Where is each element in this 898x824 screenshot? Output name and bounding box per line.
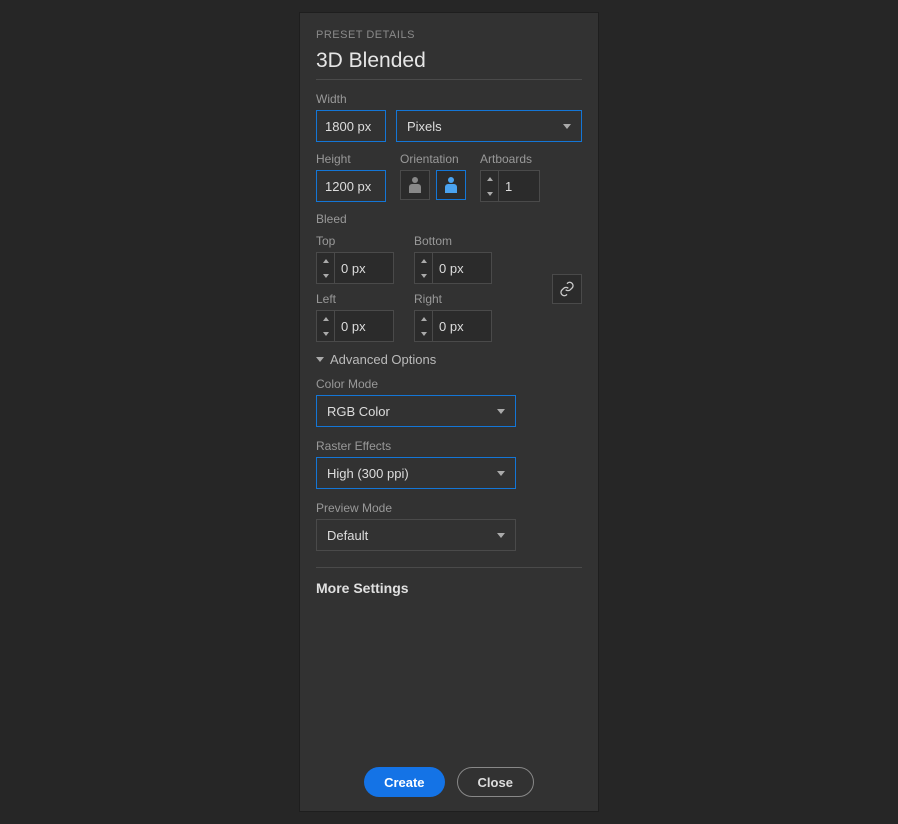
width-input[interactable] <box>316 110 386 142</box>
preview-mode-value: Default <box>327 528 368 543</box>
bleed-label: Bleed <box>316 212 582 226</box>
raster-effects-label: Raster Effects <box>316 439 582 453</box>
person-portrait-icon <box>409 177 421 193</box>
bleed-left-stepper[interactable] <box>316 310 334 342</box>
bleed-bottom-stepper[interactable] <box>414 252 432 284</box>
chevron-down-icon <box>497 409 505 414</box>
preview-mode-select[interactable]: Default <box>316 519 516 551</box>
orientation-landscape-button[interactable] <box>436 170 466 200</box>
preview-mode-label: Preview Mode <box>316 501 582 515</box>
advanced-options-label: Advanced Options <box>330 352 436 367</box>
bleed-left-input[interactable] <box>334 310 394 342</box>
link-icon <box>559 281 575 297</box>
artboards-label: Artboards <box>480 152 540 166</box>
units-select[interactable]: Pixels <box>396 110 582 142</box>
bleed-link-button[interactable] <box>552 274 582 304</box>
bleed-top-input[interactable] <box>334 252 394 284</box>
raster-effects-select[interactable]: High (300 ppi) <box>316 457 516 489</box>
stepper-up-icon[interactable] <box>481 171 498 186</box>
height-label: Height <box>316 152 386 166</box>
bleed-right-input[interactable] <box>432 310 492 342</box>
chevron-down-icon <box>497 471 505 476</box>
chevron-down-icon <box>497 533 505 538</box>
person-landscape-icon <box>445 177 457 193</box>
width-label: Width <box>316 92 582 106</box>
orientation-label: Orientation <box>400 152 466 166</box>
color-mode-label: Color Mode <box>316 377 582 391</box>
bleed-bottom-label: Bottom <box>414 234 492 248</box>
close-button[interactable]: Close <box>457 767 534 797</box>
bleed-right-label: Right <box>414 292 492 306</box>
raster-effects-value: High (300 ppi) <box>327 466 409 481</box>
color-mode-select[interactable]: RGB Color <box>316 395 516 427</box>
chevron-down-icon <box>563 124 571 129</box>
artboards-stepper[interactable] <box>480 170 498 202</box>
bleed-top-label: Top <box>316 234 394 248</box>
divider <box>316 567 582 568</box>
create-button[interactable]: Create <box>364 767 444 797</box>
bleed-left-label: Left <box>316 292 394 306</box>
stepper-down-icon[interactable] <box>481 186 498 201</box>
units-value: Pixels <box>407 119 442 134</box>
bleed-right-stepper[interactable] <box>414 310 432 342</box>
color-mode-value: RGB Color <box>327 404 390 419</box>
height-input[interactable] <box>316 170 386 202</box>
bleed-bottom-input[interactable] <box>432 252 492 284</box>
preset-title[interactable]: 3D Blended <box>316 49 582 73</box>
more-settings-link[interactable]: More Settings <box>316 580 582 596</box>
bleed-top-stepper[interactable] <box>316 252 334 284</box>
orientation-portrait-button[interactable] <box>400 170 430 200</box>
artboards-input[interactable] <box>498 170 540 202</box>
preset-details-header: PRESET DETAILS <box>316 29 582 41</box>
preset-details-panel: PRESET DETAILS 3D Blended Width Pixels H… <box>299 12 599 812</box>
advanced-options-disclosure[interactable]: Advanced Options <box>316 352 582 367</box>
